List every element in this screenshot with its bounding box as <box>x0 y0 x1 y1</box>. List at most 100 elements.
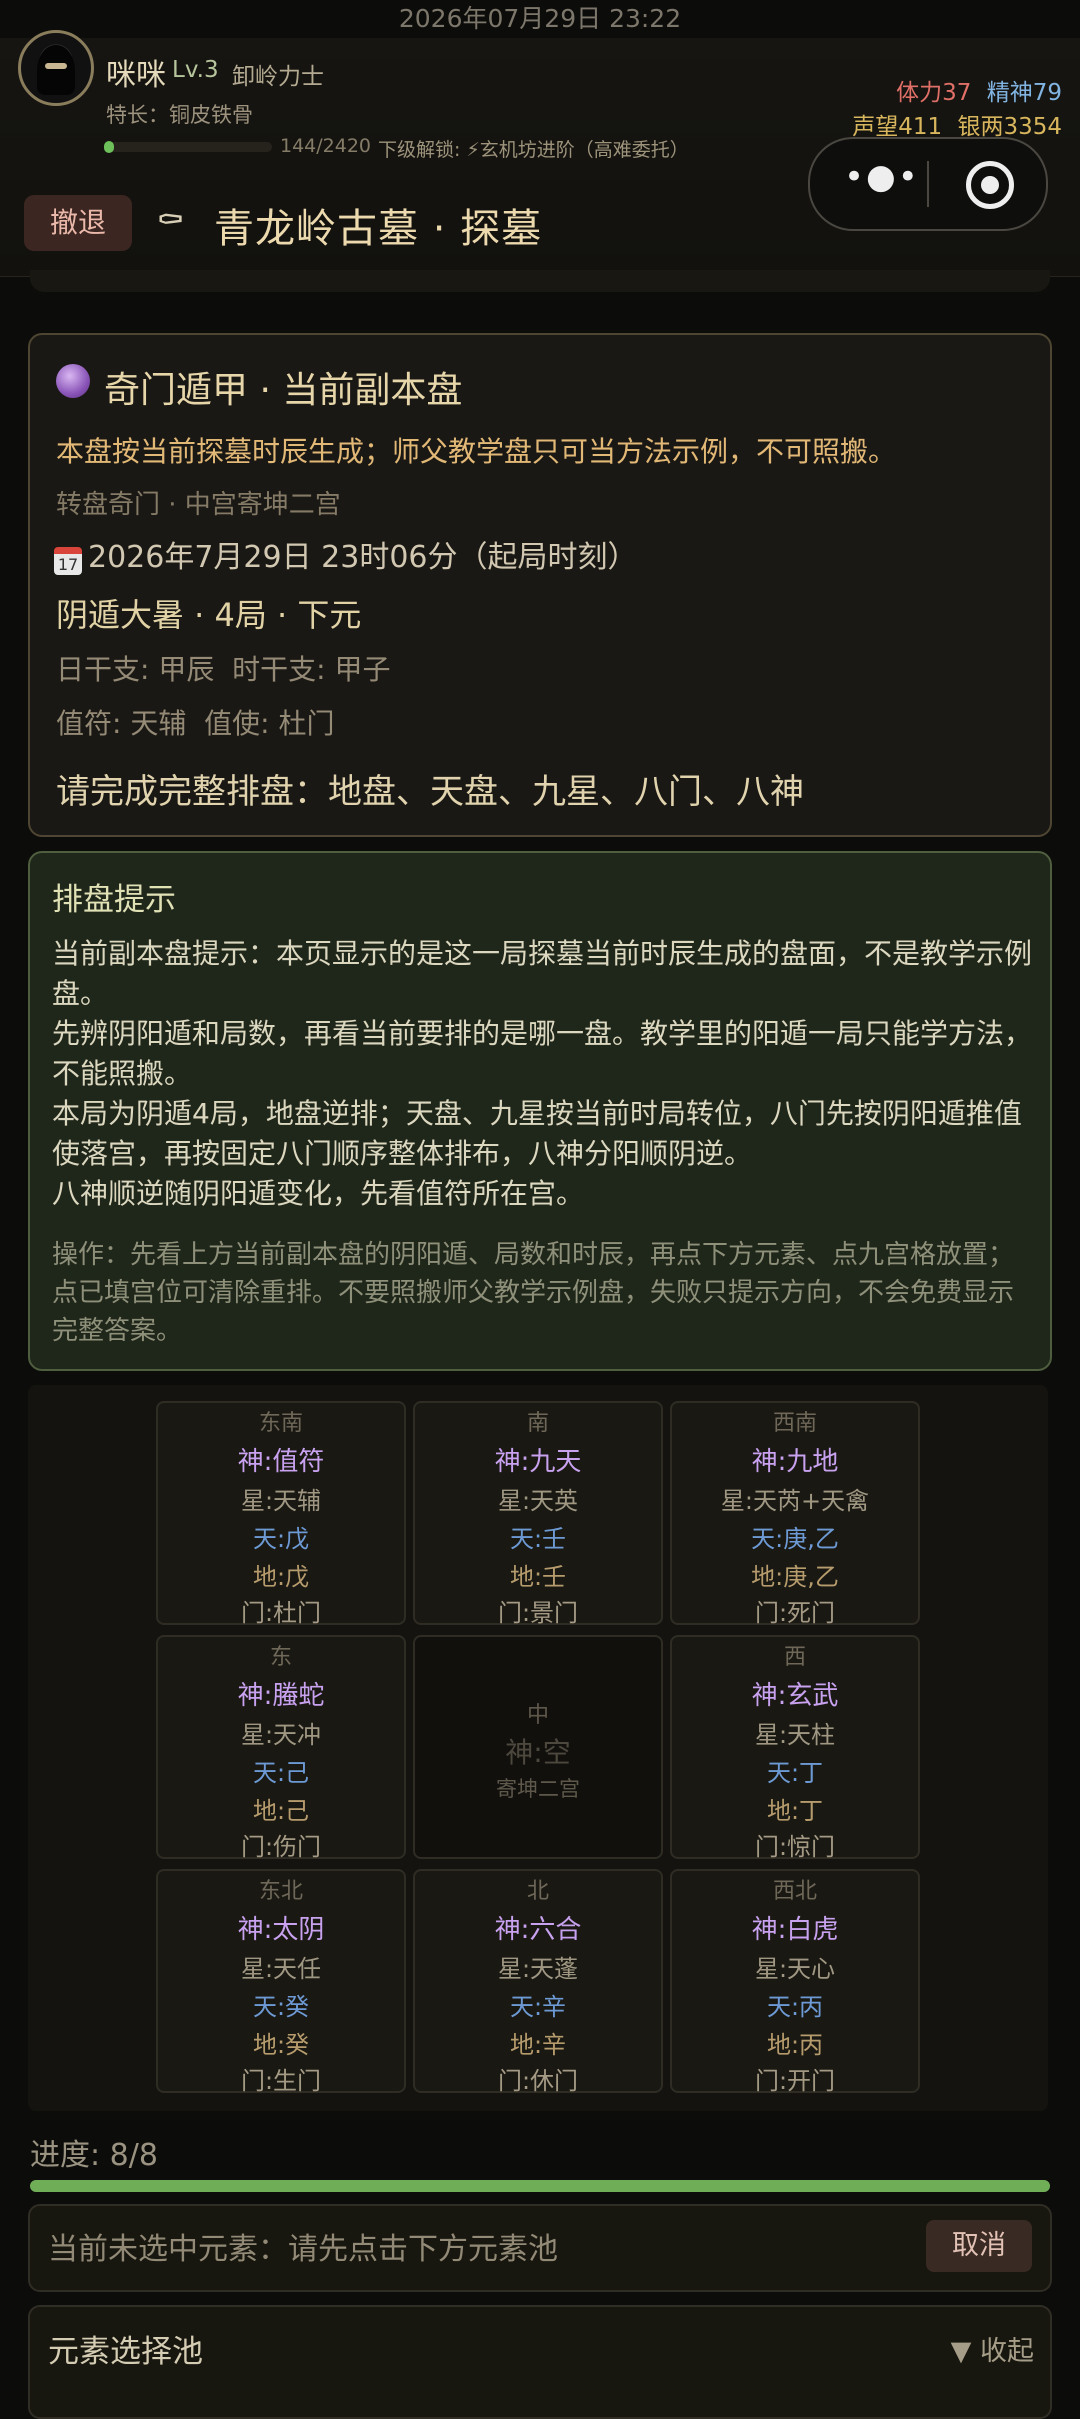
player-specialty: 特长：铜皮铁骨 <box>106 103 253 127</box>
palace-men: 门:休门 <box>497 2067 579 2095</box>
palace-tian: 天:壬 <box>509 1525 567 1553</box>
next-unlock: 下级解锁: ⚡玄机坊进阶（高难委托） <box>378 139 689 161</box>
palace-direction: 中 <box>526 1703 549 1728</box>
palace-men: 门:景门 <box>497 1599 579 1627</box>
palace-xing: 星:天芮+天禽 <box>720 1487 870 1515</box>
palace-direction: 南 <box>526 1411 549 1436</box>
hint-paragraph: 本局为阴遁4局，地盘逆排；天盘、九星按当前时局转位，八门先按阴阳遁推值使落宫，再… <box>52 1097 1022 1170</box>
task-text: 请完成完整排盘：地盘、天盘、九星、八门、八神 <box>56 772 804 812</box>
palace-shen: 神:值符 <box>237 1447 325 1477</box>
stats-row-1: 体力37 精神79 <box>896 73 1062 107</box>
mini-program-capsule: •●• <box>808 137 1048 231</box>
progress-label: 进度: 8/8 <box>30 2138 158 2173</box>
palace-tian: 天:辛 <box>509 1993 567 2021</box>
palace-di: 地:癸 <box>252 2031 310 2059</box>
hint-paragraph: 当前副本盘提示：本页显示的是这一局探墓当前时辰生成的盘面，不是教学示例盘。 <box>52 937 1033 1010</box>
palace-shen: 神:螣蛇 <box>237 1681 325 1711</box>
palace-shen: 神:空 <box>505 1736 571 1769</box>
palace-shen: 神:六合 <box>494 1915 582 1945</box>
palace-south[interactable]: 南 神:九天 星:天英 天:壬 地:壬 门:景门 <box>413 1401 663 1627</box>
palace-direction: 西 <box>783 1645 806 1670</box>
selection-text: 当前未选中元素：请先点击下方元素池 <box>48 2232 558 2267</box>
nine-palace-board: 东南 神:值符 星:天辅 天:戊 地:戊 门:杜门 南 神:九天 星:天英 天:… <box>28 1385 1048 2111</box>
palace-men: 门:伤门 <box>240 1833 322 1861</box>
board-method: 转盘奇门 · 中宫寄坤二宫 <box>56 490 341 520</box>
palace-xing: 星:天柱 <box>754 1721 836 1749</box>
stats-row-2: 声望411 银两3354 <box>852 107 1062 141</box>
cancel-button[interactable]: 取消 <box>926 2220 1032 2272</box>
zhifu-info: 值符: 天辅 值使: 杜门 <box>56 707 335 740</box>
palace-shen: 神:玄武 <box>751 1681 839 1711</box>
palace-di: 地:辛 <box>509 2031 567 2059</box>
hint-paragraph: 八神顺逆随阴阳遁变化，先看值符所在宫。 <box>52 1177 585 1210</box>
palace-di: 地:丙 <box>766 2031 824 2059</box>
hint-body: 当前副本盘提示：本页显示的是这一局探墓当前时辰生成的盘面，不是教学示例盘。 先辨… <box>52 934 1036 1214</box>
palace-direction: 东南 <box>258 1411 303 1436</box>
element-pool-title: 元素选择池 <box>48 2334 203 2370</box>
ganzhi-info: 日干支: 甲辰 时干支: 甲子 <box>56 653 391 686</box>
palace-shen: 神:九地 <box>751 1447 839 1477</box>
target-circle-icon[interactable] <box>966 161 1014 209</box>
calendar-icon: 17 <box>54 547 82 575</box>
palace-shen: 神:九天 <box>494 1447 582 1477</box>
stamina-stat: 体力37 <box>896 80 972 106</box>
start-datetime: 17 2026年7月29日 23时06分（起局时刻） <box>54 532 638 576</box>
collapse-toggle[interactable]: ▼ 收起 <box>951 2329 1034 2368</box>
palace-men: 门:生门 <box>240 2067 322 2095</box>
hint-paragraph: 先辨阴阳遁和局数，再看当前要排的是哪一盘。教学里的阳遁一局只能学方法，不能照搬。 <box>52 1017 1033 1090</box>
palace-men: 门:死门 <box>754 1599 836 1627</box>
palace-direction: 西南 <box>772 1411 817 1436</box>
palace-east[interactable]: 东 神:螣蛇 星:天冲 天:己 地:己 门:伤门 <box>156 1635 406 1861</box>
palace-tian: 天:庚,乙 <box>751 1525 839 1553</box>
palace-men: 门:惊门 <box>754 1833 836 1861</box>
coffin-icon: ⚰ <box>156 201 185 241</box>
palace-xing: 星:天辅 <box>240 1487 322 1515</box>
player-title: 卸岭力士 <box>232 64 324 90</box>
palace-shen: 神:太阴 <box>237 1915 325 1945</box>
palace-direction: 东 <box>269 1645 292 1670</box>
palace-di: 地:戊 <box>252 1563 310 1591</box>
palace-tian: 天:己 <box>252 1759 310 1787</box>
status-bar-time: 2026年07月29日 23:22 <box>398 4 682 33</box>
player-name: 咪咪 <box>106 58 166 93</box>
palace-tian: 天:丁 <box>766 1759 824 1787</box>
palace-shen: 神:白虎 <box>751 1915 839 1945</box>
dungeon-title: 青龙岭古墓 · 探墓 <box>214 206 543 252</box>
spirit-stat: 精神79 <box>986 80 1062 106</box>
xp-bar-fill <box>104 141 114 153</box>
palace-tian: 天:戊 <box>252 1525 310 1553</box>
palace-northeast[interactable]: 东北 神:太阴 星:天任 天:癸 地:癸 门:生门 <box>156 1869 406 2095</box>
palace-direction: 北 <box>526 1879 549 1904</box>
palace-xing: 星:天英 <box>497 1487 579 1515</box>
palace-note: 寄坤二宫 <box>496 1777 580 1801</box>
palace-west[interactable]: 西 神:玄武 星:天柱 天:丁 地:丁 门:惊门 <box>670 1635 920 1861</box>
ju-info: 阴遁大暑 · 4局 · 下元 <box>56 596 362 634</box>
avatar[interactable] <box>18 30 94 106</box>
palace-north[interactable]: 北 神:六合 星:天蓬 天:辛 地:辛 门:休门 <box>413 1869 663 2095</box>
progress-bar <box>30 2180 1050 2192</box>
palace-di: 地:壬 <box>509 1563 567 1591</box>
palace-southeast[interactable]: 东南 神:值符 星:天辅 天:戊 地:戊 门:杜门 <box>156 1401 406 1627</box>
board-warning: 本盘按当前探墓时辰生成；师父教学盘只可当方法示例，不可照搬。 <box>56 435 897 468</box>
palace-di: 地:丁 <box>766 1797 824 1825</box>
previous-card-edge <box>30 270 1050 292</box>
palace-xing: 星:天冲 <box>240 1721 322 1749</box>
hint-title: 排盘提示 <box>52 882 176 918</box>
palace-men: 门:杜门 <box>240 1599 322 1627</box>
retreat-button[interactable]: 撤退 <box>24 195 132 251</box>
player-level: Lv.3 <box>172 57 219 83</box>
operation-hint: 操作：先看上方当前副本盘的阴阳遁、局数和时辰，再点下方元素、点九宫格放置；点已填… <box>52 1240 1015 1346</box>
palace-tian: 天:丙 <box>766 1993 824 2021</box>
palace-direction: 西北 <box>772 1879 817 1904</box>
palace-men: 门:开门 <box>754 2067 836 2095</box>
palace-xing: 星:天任 <box>240 1955 322 1983</box>
palace-xing: 星:天心 <box>754 1955 836 1983</box>
palace-di: 地:庚,乙 <box>751 1563 839 1591</box>
palace-direction: 东北 <box>258 1879 303 1904</box>
more-dots-icon[interactable]: •●• <box>844 157 920 197</box>
palace-tian: 天:癸 <box>252 1993 310 2021</box>
palace-northwest[interactable]: 西北 神:白虎 星:天心 天:丙 地:丙 门:开门 <box>670 1869 920 2095</box>
xp-bar <box>104 142 272 152</box>
palace-southwest[interactable]: 西南 神:九地 星:天芮+天禽 天:庚,乙 地:庚,乙 门:死门 <box>670 1401 920 1627</box>
palace-xing: 星:天蓬 <box>497 1955 579 1983</box>
